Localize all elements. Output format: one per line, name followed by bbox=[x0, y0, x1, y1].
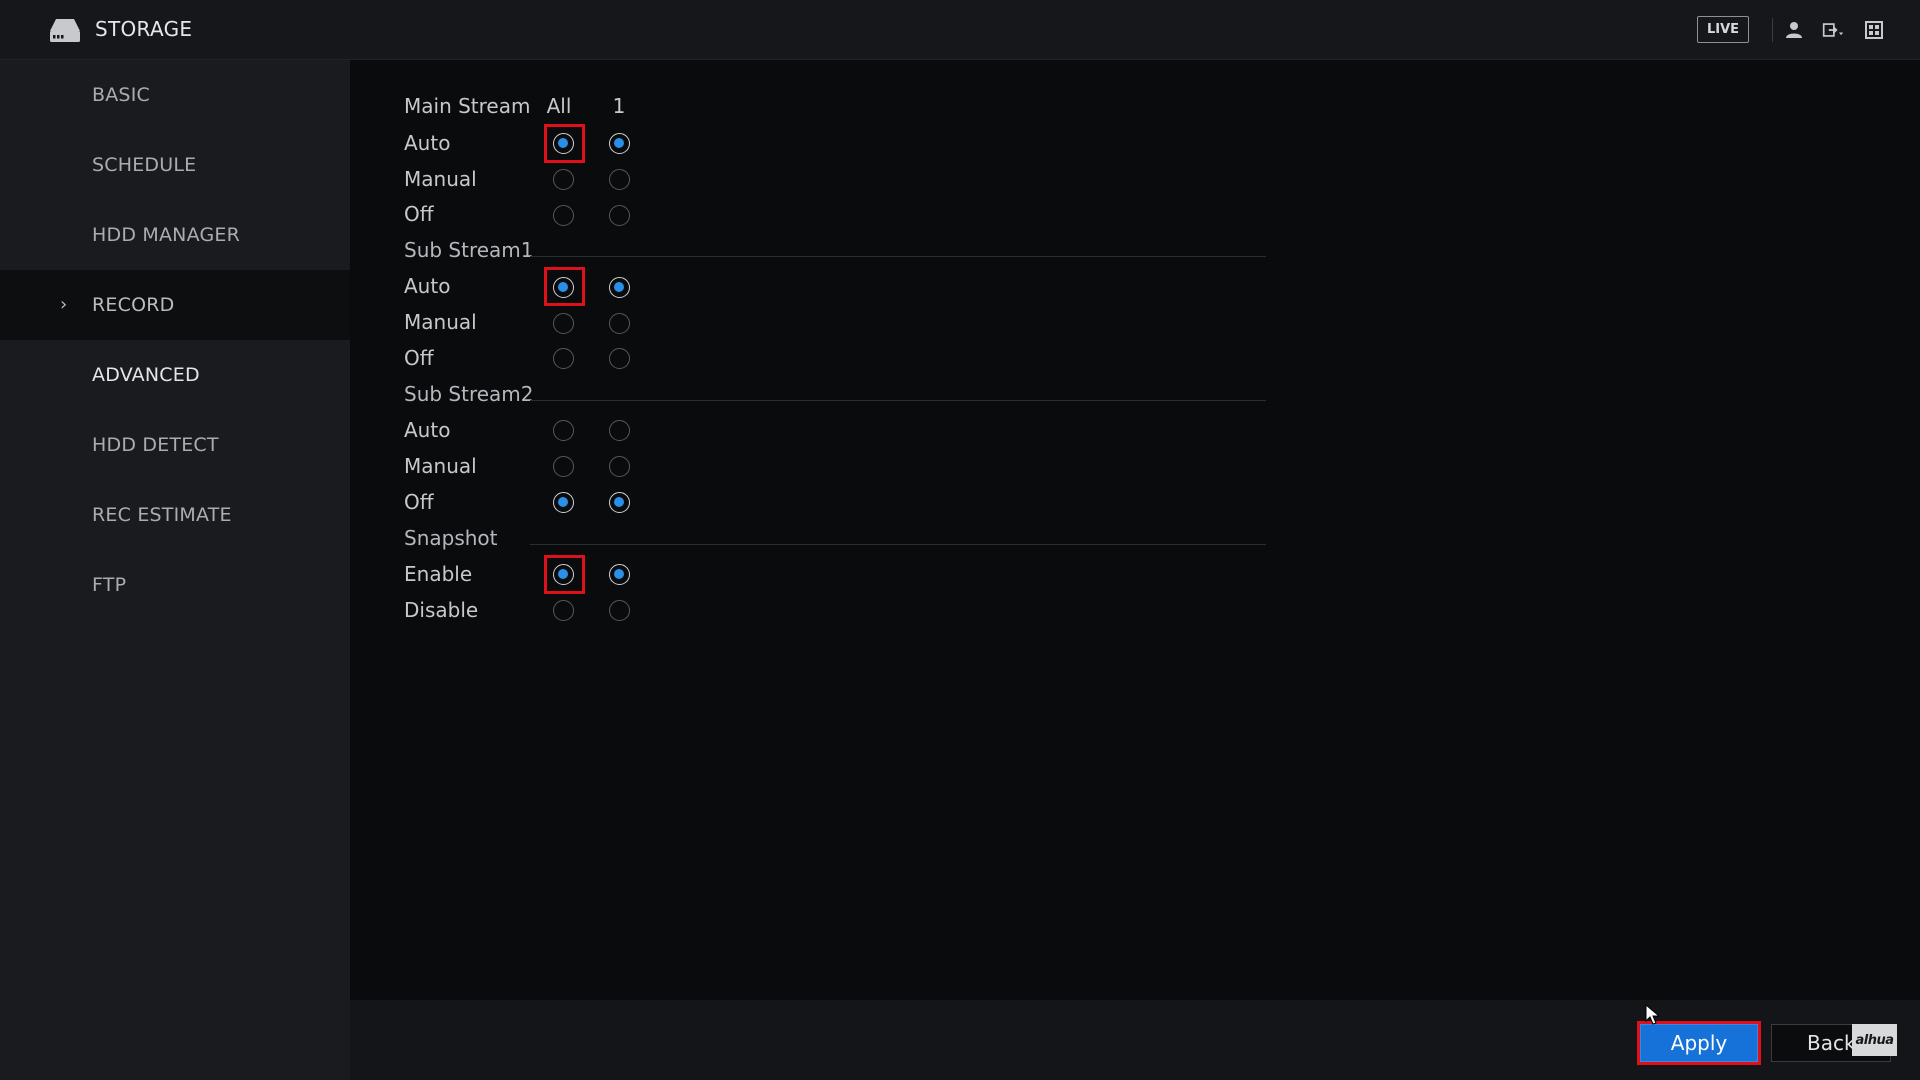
live-button[interactable]: LIVE bbox=[1697, 16, 1749, 43]
main-stream-auto-ch1-radio[interactable] bbox=[609, 133, 630, 154]
sidebar-item-schedule[interactable]: SCHEDULE bbox=[0, 130, 350, 200]
main-stream-manual-all-radio[interactable] bbox=[553, 169, 574, 190]
main-stream-manual-ch1-radio[interactable] bbox=[609, 169, 630, 190]
column-1-header: 1 bbox=[612, 94, 626, 118]
snapshot-enable-all-radio[interactable] bbox=[553, 564, 574, 585]
sidebar-item-label: FTP bbox=[92, 574, 127, 596]
back-button-label: Back bbox=[1807, 1031, 1856, 1055]
sidebar-item-advanced[interactable]: ADVANCED bbox=[0, 340, 350, 410]
sub-stream1-manual-all-radio[interactable] bbox=[553, 313, 574, 334]
sub-stream1-label: Sub Stream1 bbox=[404, 238, 534, 262]
brand-logo: alhua bbox=[1852, 1024, 1897, 1056]
main-stream-label: Main Stream bbox=[404, 94, 531, 118]
record-settings-panel bbox=[350, 60, 1920, 1000]
sidebar-item-label: ADVANCED bbox=[92, 364, 200, 386]
sidebar-item-hdd-manager[interactable]: HDD MANAGER bbox=[0, 200, 350, 270]
sub-stream2-auto-label: Auto bbox=[404, 418, 451, 442]
main-stream-auto-label: Auto bbox=[404, 131, 451, 155]
user-icon[interactable] bbox=[1783, 20, 1805, 40]
sub-stream1-auto-all-radio[interactable] bbox=[553, 277, 574, 298]
sidebar-item-label: SCHEDULE bbox=[92, 154, 197, 176]
main-stream-manual-label: Manual bbox=[404, 167, 477, 191]
sidebar-item-hdd-detect[interactable]: HDD DETECT bbox=[0, 410, 350, 480]
sub-stream2-manual-all-radio[interactable] bbox=[553, 456, 574, 477]
sub-stream1-off-ch1-radio[interactable] bbox=[609, 348, 630, 369]
snapshot-enable-ch1-radio[interactable] bbox=[609, 564, 630, 585]
sub-stream2-off-all-radio[interactable] bbox=[553, 492, 574, 513]
sub-stream1-manual-label: Manual bbox=[404, 310, 477, 334]
exit-icon[interactable] bbox=[1822, 20, 1844, 40]
sidebar-item-record[interactable]: › RECORD bbox=[0, 270, 350, 340]
sub-stream2-auto-ch1-radio[interactable] bbox=[609, 420, 630, 441]
main-stream-off-label: Off bbox=[404, 202, 434, 226]
section-divider bbox=[530, 544, 1266, 545]
column-all-header: All bbox=[546, 94, 572, 118]
section-divider bbox=[530, 400, 1266, 401]
snapshot-disable-label: Disable bbox=[404, 598, 479, 622]
page-title: STORAGE bbox=[95, 17, 193, 41]
sub-stream2-off-ch1-radio[interactable] bbox=[609, 492, 630, 513]
sidebar-item-ftp[interactable]: FTP bbox=[0, 550, 350, 620]
sub-stream1-auto-label: Auto bbox=[404, 274, 451, 298]
sidebar: BASIC SCHEDULE HDD MANAGER › RECORD ADVA… bbox=[0, 60, 350, 1080]
sidebar-item-rec-estimate[interactable]: REC ESTIMATE bbox=[0, 480, 350, 550]
sub-stream1-off-all-radio[interactable] bbox=[553, 348, 574, 369]
main-stream-auto-all-radio[interactable] bbox=[553, 133, 574, 154]
sub-stream2-auto-all-radio[interactable] bbox=[553, 420, 574, 441]
sidebar-item-label: HDD MANAGER bbox=[92, 224, 240, 246]
grid-icon[interactable] bbox=[1863, 20, 1885, 40]
sub-stream2-label: Sub Stream2 bbox=[404, 382, 534, 406]
sidebar-item-label: HDD DETECT bbox=[92, 434, 219, 456]
sub-stream1-manual-ch1-radio[interactable] bbox=[609, 313, 630, 334]
sub-stream2-manual-label: Manual bbox=[404, 454, 477, 478]
snapshot-disable-all-radio[interactable] bbox=[553, 600, 574, 621]
main-stream-off-all-radio[interactable] bbox=[553, 205, 574, 226]
sub-stream2-off-label: Off bbox=[404, 490, 434, 514]
mouse-cursor-icon bbox=[1645, 1004, 1661, 1025]
top-bar: STORAGE LIVE bbox=[0, 0, 1920, 60]
sidebar-item-basic[interactable]: BASIC bbox=[0, 60, 350, 130]
section-divider bbox=[530, 256, 1266, 257]
sidebar-item-label: REC ESTIMATE bbox=[92, 504, 232, 526]
hdd-icon bbox=[50, 19, 80, 42]
snapshot-enable-label: Enable bbox=[404, 562, 473, 586]
sidebar-item-label: BASIC bbox=[92, 84, 150, 106]
chevron-right-icon: › bbox=[60, 294, 68, 315]
main-stream-off-ch1-radio[interactable] bbox=[609, 205, 630, 226]
sub-stream2-manual-ch1-radio[interactable] bbox=[609, 456, 630, 477]
sub-stream1-off-label: Off bbox=[404, 346, 434, 370]
apply-button[interactable]: Apply bbox=[1637, 1021, 1761, 1065]
snapshot-disable-ch1-radio[interactable] bbox=[609, 600, 630, 621]
sub-stream1-auto-ch1-radio[interactable] bbox=[609, 277, 630, 298]
snapshot-label: Snapshot bbox=[404, 526, 498, 550]
sidebar-item-label: RECORD bbox=[92, 294, 175, 316]
header-divider bbox=[1772, 18, 1773, 42]
